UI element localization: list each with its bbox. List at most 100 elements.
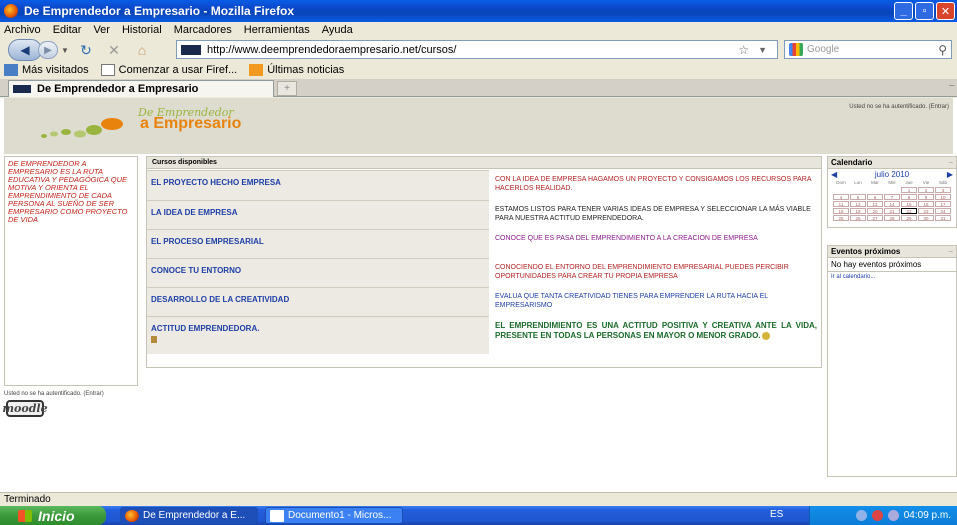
no-events-text: No hay eventos próximos	[828, 258, 956, 272]
collapse-icon[interactable]: −	[948, 246, 953, 258]
course-link[interactable]: DESARROLLO DE LA CREATIVIDAD	[147, 287, 489, 316]
calendar-day[interactable]: 1	[901, 187, 917, 193]
clock: 04:09 p.m.	[903, 510, 951, 521]
course-link[interactable]: CONOCE TU ENTORNO	[147, 258, 489, 287]
forward-button[interactable]: ▶	[38, 41, 58, 59]
calendar-day[interactable]: 2	[918, 187, 934, 193]
calendar-day[interactable]: 24	[935, 208, 951, 214]
bookmark-ultimas-noticias[interactable]: Últimas noticias	[249, 64, 344, 76]
menu-editar[interactable]: Editar	[53, 24, 82, 36]
word-document-icon	[270, 509, 284, 522]
calendar-day[interactable]: 3	[935, 187, 951, 193]
start-button[interactable]: Inicio	[0, 506, 106, 525]
menu-archivo[interactable]: Archivo	[4, 24, 41, 36]
antivirus-icon[interactable]	[871, 510, 883, 521]
calendar-day[interactable]: 29	[901, 215, 917, 221]
calendar-day[interactable]: 18	[833, 208, 849, 214]
calendar-day[interactable]: 17	[935, 201, 951, 207]
calendar-day[interactable]: 13	[867, 201, 883, 207]
login-status-link[interactable]: Usted no se ha autentificado. (Entrar)	[849, 104, 949, 110]
course-row: EL PROYECTO HECHO EMPRESA CON LA IDEA DE…	[147, 170, 821, 200]
calendar-day[interactable]: 11	[833, 201, 849, 207]
taskbar-item-word[interactable]: Documento1 - Micros...	[265, 507, 403, 524]
taskbar-item-label: De Emprendedor a E...	[143, 510, 246, 521]
collapse-icon[interactable]: −	[948, 157, 953, 169]
calendar-day[interactable]: 12	[850, 201, 866, 207]
calendar-day[interactable]: 28	[884, 215, 900, 221]
calendar-day[interactable]: 7	[884, 194, 900, 200]
menu-marcadores[interactable]: Marcadores	[174, 24, 232, 36]
calendar-day[interactable]: 9	[918, 194, 934, 200]
moodle-logo[interactable]: moodle	[2, 400, 48, 417]
tab-list-icon[interactable]: −	[949, 80, 955, 92]
rss-feed-icon	[249, 64, 264, 76]
calendar-month[interactable]: julio 2010	[875, 170, 909, 179]
calendar-day[interactable]: 4	[833, 194, 849, 200]
stop-icon[interactable]: ✕	[102, 40, 126, 60]
page-icon	[100, 64, 115, 76]
taskbar-item-firefox[interactable]: De Emprendedor a E...	[120, 507, 258, 524]
folder-icon	[4, 64, 18, 76]
calendar-day[interactable]: 6	[867, 194, 883, 200]
course-link[interactable]: LA IDEA DE EMPRESA	[147, 200, 489, 229]
menu-ver[interactable]: Ver	[93, 24, 110, 36]
new-tab-button[interactable]: +	[277, 81, 297, 96]
menu-herramientas[interactable]: Herramientas	[244, 24, 310, 36]
calendar-month-nav: ◀ julio 2010 ▶	[828, 169, 956, 180]
calendar-day[interactable]: 19	[850, 208, 866, 214]
firefox-icon	[125, 509, 139, 522]
close-button[interactable]: ✕	[936, 2, 955, 20]
calendar-day[interactable]: 31	[935, 215, 951, 221]
calendar-day[interactable]: 21	[884, 208, 900, 214]
prev-month-icon[interactable]: ◀	[831, 170, 837, 179]
course-link[interactable]: ACTITUD EMPRENDEDORA.	[147, 316, 489, 354]
minimize-button[interactable]: _	[894, 2, 913, 20]
language-indicator[interactable]: ES	[770, 509, 783, 520]
bookmark-label: Más visitados	[22, 64, 89, 76]
menu-historial[interactable]: Historial	[122, 24, 162, 36]
course-info-icon[interactable]	[151, 336, 157, 343]
search-icon[interactable]: ⚲	[938, 43, 947, 57]
menu-bar: Archivo Editar Ver Historial Marcadores …	[0, 22, 957, 38]
calendar-day-empty	[833, 187, 849, 193]
calendar-day-today[interactable]: 22	[901, 208, 917, 214]
tab-current[interactable]: De Emprendedor a Empresario	[8, 80, 274, 97]
course-row: CONOCE TU ENTORNO CONOCIENDO EL ENTORNO …	[147, 258, 821, 287]
go-to-calendar-link[interactable]: Ir al calendario...	[828, 272, 956, 282]
calendar-day[interactable]: 15	[901, 201, 917, 207]
bookmark-comenzar[interactable]: Comenzar a usar Firef...	[100, 64, 237, 76]
home-icon[interactable]: ⌂	[130, 40, 154, 60]
course-link[interactable]: EL PROCESO EMPRESARIAL	[147, 229, 489, 258]
calendar-day[interactable]: 23	[918, 208, 934, 214]
google-engine-icon[interactable]	[789, 43, 803, 56]
url-bar[interactable]: http://www.deemprendedoraempresario.net/…	[176, 40, 778, 59]
back-button[interactable]: ◀	[8, 39, 42, 61]
course-description: CON LA IDEA DE EMPRESA HAGAMOS UN PROYEC…	[495, 176, 812, 192]
calendar-day[interactable]: 20	[867, 208, 883, 214]
calendar-day[interactable]: 8	[901, 194, 917, 200]
reload-icon[interactable]: ↻	[74, 40, 98, 60]
start-label: Inicio	[38, 507, 75, 524]
calendar-day[interactable]: 5	[850, 194, 866, 200]
history-dropdown-icon[interactable]: ▼	[60, 40, 70, 60]
search-bar[interactable]: Google ⚲	[784, 40, 952, 59]
url-dropdown-icon[interactable]: ▼	[758, 45, 767, 55]
calendar-weekday: Lun	[854, 180, 862, 185]
calendar-day[interactable]: 26	[850, 215, 866, 221]
maximize-button[interactable]: ▫	[915, 2, 934, 20]
calendar-day[interactable]: 10	[935, 194, 951, 200]
bookmark-star-icon[interactable]: ☆	[738, 43, 749, 57]
menu-ayuda[interactable]: Ayuda	[322, 24, 353, 36]
messenger-icon[interactable]	[887, 510, 899, 521]
calendar-day[interactable]: 30	[918, 215, 934, 221]
bookmark-mas-visitados[interactable]: Más visitados	[4, 64, 89, 76]
calendar-day[interactable]: 25	[833, 215, 849, 221]
calendar-day[interactable]: 27	[867, 215, 883, 221]
calendar-day[interactable]: 14	[884, 201, 900, 207]
next-month-icon[interactable]: ▶	[947, 170, 953, 179]
status-text: Terminado	[4, 494, 51, 505]
login-status-link[interactable]: Usted no se ha autentificado. (Entrar)	[4, 391, 104, 397]
calendar-day[interactable]: 16	[918, 201, 934, 207]
network-icon[interactable]	[855, 510, 867, 521]
course-link[interactable]: EL PROYECTO HECHO EMPRESA	[147, 170, 489, 200]
